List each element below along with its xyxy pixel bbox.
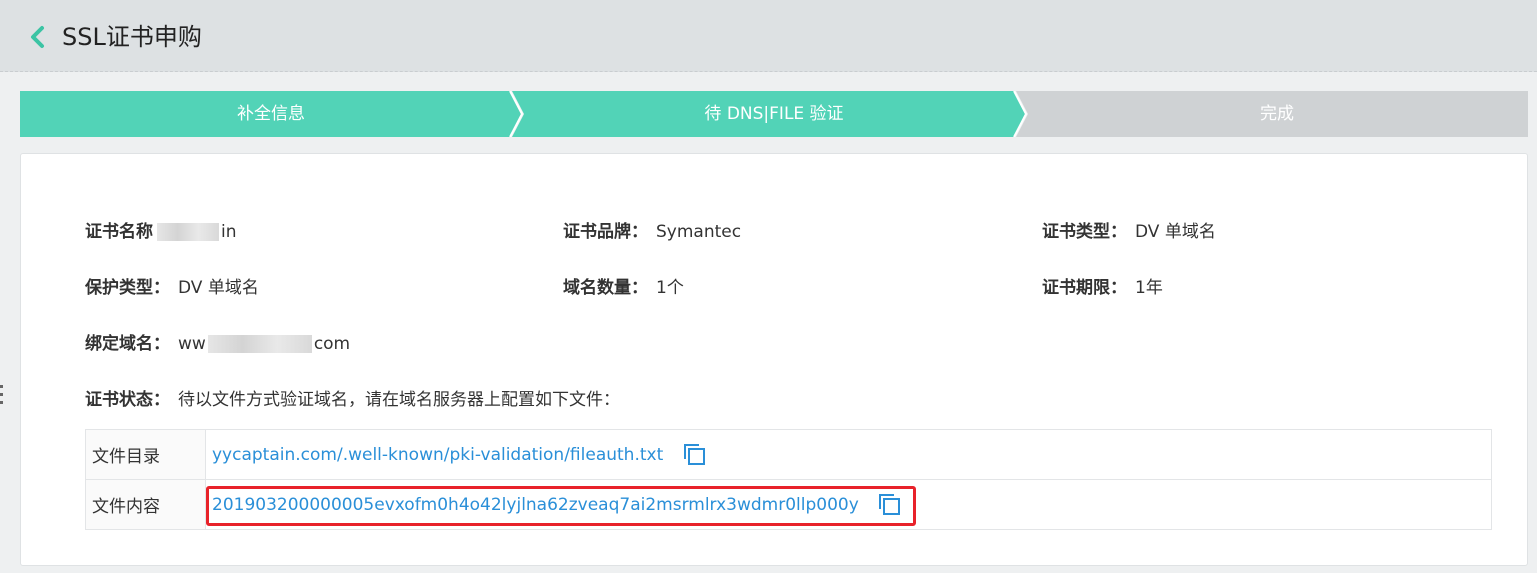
cert-name-value: in	[221, 222, 237, 242]
step-1-label: 补全信息	[237, 104, 305, 124]
file-path-cell: yycaptain.com/.well-known/pki-validation…	[205, 429, 1492, 480]
status-field: 证书状态： 待以文件方式验证域名，请在域名服务器上配置如下文件：	[85, 388, 620, 412]
brand-label: 证书品牌：	[563, 222, 648, 242]
domain-count-field: 域名数量： 1个	[563, 276, 684, 300]
bind-domain-prefix: ww	[178, 334, 206, 354]
type-label: 证书类型：	[1042, 222, 1127, 242]
term-label: 证书期限：	[1042, 278, 1127, 298]
redacted-mask	[157, 223, 219, 241]
progress-steps: 补全信息 待 DNS|FILE 验证 完成	[20, 91, 1528, 137]
status-label: 证书状态：	[85, 390, 170, 410]
file-path-label: 文件目录	[85, 429, 206, 480]
drag-handle-icon[interactable]	[0, 385, 3, 415]
term-value: 1年	[1135, 278, 1163, 298]
type-value: DV 单域名	[1135, 222, 1216, 242]
status-value: 待以文件方式验证域名，请在域名服务器上配置如下文件：	[178, 390, 620, 410]
table-row: 文件内容 201903200000005evxofm0h4o42lyjlna62…	[85, 479, 1492, 530]
copy-icon[interactable]	[878, 493, 902, 517]
protect-value: DV 单域名	[178, 278, 259, 298]
cert-name-field: 证书名称 in	[85, 220, 237, 244]
redacted-mask	[207, 335, 312, 353]
brand-value: Symantec	[656, 222, 742, 242]
domain-count-value: 1个	[656, 278, 684, 298]
step-2-label: 待 DNS|FILE 验证	[704, 104, 844, 124]
bind-domain-label: 绑定域名：	[85, 334, 170, 354]
page-title: SSL证书申购	[62, 23, 202, 51]
copy-icon[interactable]	[683, 443, 707, 467]
step-3-label: 完成	[1260, 104, 1294, 124]
protect-field: 保护类型： DV 单域名	[85, 276, 259, 300]
file-content-cell: 201903200000005evxofm0h4o42lyjlna62zveaq…	[205, 479, 1492, 530]
page-header: SSL证书申购	[0, 0, 1537, 72]
brand-field: 证书品牌： Symantec	[563, 220, 741, 244]
domain-count-label: 域名数量：	[563, 278, 648, 298]
cert-name-label: 证书名称	[85, 222, 153, 242]
term-field: 证书期限： 1年	[1042, 276, 1163, 300]
type-field: 证书类型： DV 单域名	[1042, 220, 1216, 244]
file-info-table: 文件目录 yycaptain.com/.well-known/pki-valid…	[85, 429, 1492, 530]
table-row: 文件目录 yycaptain.com/.well-known/pki-valid…	[85, 429, 1492, 480]
certificate-panel: 证书名称 in 证书品牌： Symantec 证书类型： DV 单域名 保护类型： DV…	[20, 153, 1528, 566]
protect-label: 保护类型：	[85, 278, 170, 298]
chevron-left-icon[interactable]	[26, 24, 48, 50]
file-content-label: 文件内容	[85, 479, 206, 530]
file-content-value[interactable]: 201903200000005evxofm0h4o42lyjlna62zveaq…	[212, 495, 859, 515]
file-path-link[interactable]: yycaptain.com/.well-known/pki-validation…	[212, 445, 663, 465]
bind-domain-field: 绑定域名： ww com	[85, 332, 350, 356]
bind-domain-suffix: com	[313, 334, 351, 354]
